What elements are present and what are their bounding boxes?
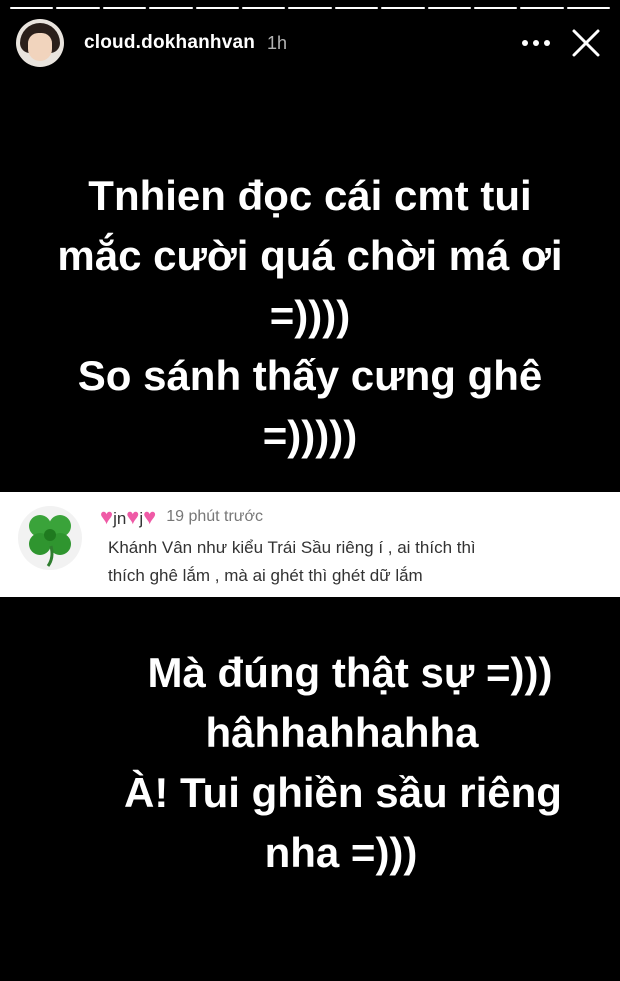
comment-header: ♥jn♥j♥ 19 phút trước <box>100 504 264 530</box>
four-leaf-clover-icon <box>18 506 82 570</box>
progress-segment <box>520 7 564 9</box>
progress-segment <box>427 7 471 9</box>
comment-username[interactable]: ♥jn♥j♥ <box>100 504 156 530</box>
username[interactable]: cloud.dokhanhvan <box>84 32 255 54</box>
story-text-bottom: Mà đúng thật sự =))) hâhhahhahha À! Tui … <box>0 643 620 883</box>
heart-icon: ♥ <box>100 504 114 529</box>
avatar[interactable] <box>16 19 64 67</box>
progress-segment <box>102 7 147 9</box>
story-text-line: Tnhien đọc cái cmt tui <box>88 172 532 219</box>
progress-segment <box>149 7 193 9</box>
comment-screenshot: ♥jn♥j♥ 19 phút trước Khánh Vân như kiểu … <box>0 492 620 597</box>
post-time: 1h <box>267 32 288 53</box>
progress-segment <box>241 7 286 9</box>
comment-body-line: thích ghê lắm , mà ai ghét thì ghét dữ l… <box>108 566 423 585</box>
story-text-line: So sánh thấy cưng ghê <box>77 352 543 399</box>
story-text-line: nha =))) <box>264 829 418 876</box>
close-icon <box>572 29 600 57</box>
more-horizontal-icon <box>522 40 550 46</box>
story-text-line: =)))) <box>269 292 351 339</box>
avatar-face <box>28 33 52 61</box>
close-button[interactable] <box>566 23 606 63</box>
comment-body-line: Khánh Vân như kiểu Trái Sầu riêng í , ai… <box>108 538 476 557</box>
more-options-button[interactable] <box>516 23 556 63</box>
heart-icon: ♥ <box>143 504 157 529</box>
story-header: cloud.dokhanhvan 1h <box>16 18 606 68</box>
comment-username-part: jn <box>113 509 127 528</box>
progress-segment <box>195 7 239 9</box>
story-text-line: À! Tui ghiền sầu riêng <box>124 769 562 816</box>
story-text-top: Tnhien đọc cái cmt tui mắc cười quá chời… <box>0 166 620 466</box>
progress-segment <box>566 7 611 9</box>
progress-segment <box>10 7 54 9</box>
comment-body: Khánh Vân như kiểu Trái Sầu riêng í , ai… <box>108 534 578 590</box>
story-progress-bar <box>10 7 611 9</box>
story-text-line: hâhhahhahha <box>205 709 479 756</box>
story-text-line: mắc cười quá chời má ơi <box>57 232 563 279</box>
progress-segment <box>473 7 518 9</box>
progress-segment <box>288 7 332 9</box>
progress-segment <box>381 7 425 9</box>
heart-icon: ♥ <box>126 504 140 529</box>
story-text-line: =))))) <box>262 412 358 459</box>
progress-segment <box>56 7 100 9</box>
comment-time: 19 phút trước <box>166 508 264 525</box>
progress-segment <box>334 7 379 9</box>
story-text-line: Mà đúng thật sự =))) <box>147 649 553 696</box>
